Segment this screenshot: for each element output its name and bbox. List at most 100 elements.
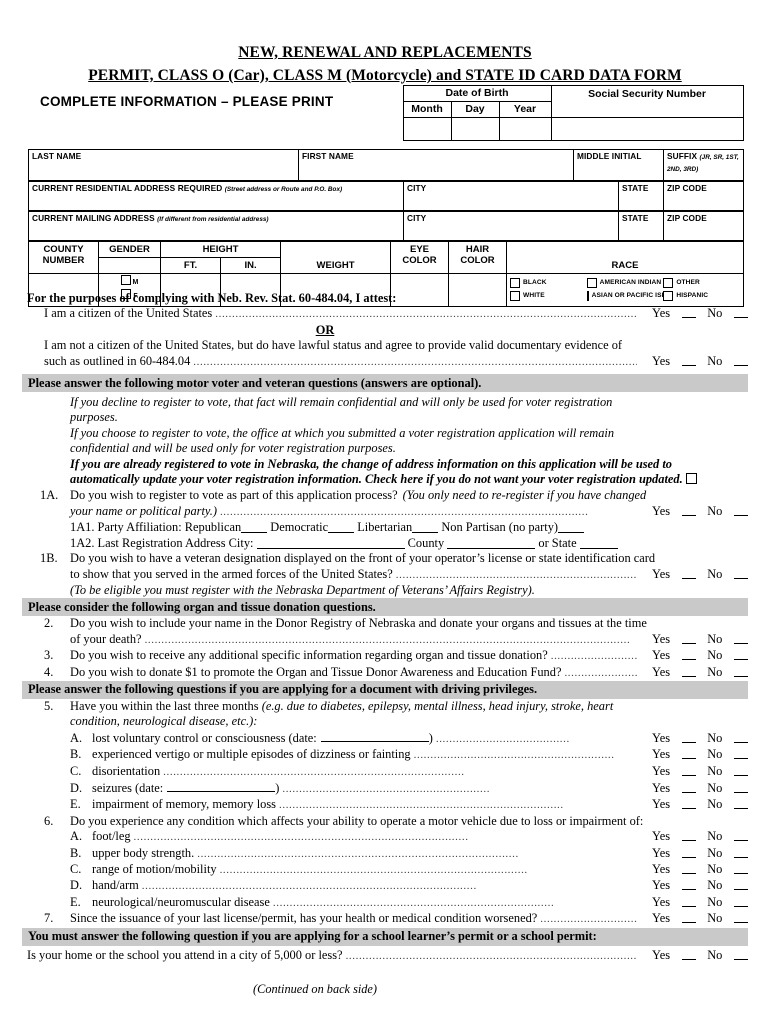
question-6-items: A. foot/leg..............................… (22, 829, 748, 911)
gender-male-label: M (132, 279, 139, 286)
question-5-item-yes[interactable]: Yes (652, 731, 670, 746)
question-3-no[interactable]: No (707, 648, 722, 663)
school-question-yes[interactable]: Yes (652, 948, 670, 963)
ssn-input[interactable] (550, 117, 744, 141)
question-2-no[interactable]: No (707, 632, 722, 647)
residential-address-field[interactable]: CURRENT RESIDENTIAL ADDRESS REQUIRED (St… (28, 181, 404, 211)
question-5-item-yes[interactable]: Yes (652, 781, 670, 796)
question-4-yes[interactable]: Yes (652, 665, 670, 680)
leader-dots: ........................................… (215, 308, 637, 321)
question-3: 3. Do you wish to receive any additional… (22, 648, 748, 664)
question-5-item-date-blank[interactable] (320, 730, 429, 742)
citizenship-1-no[interactable]: No (707, 306, 722, 321)
question-1a-italic-1: (You only need to re-register if you hav… (402, 488, 647, 503)
question-5-item-yes[interactable]: Yes (652, 764, 670, 779)
last-registration-county-blank[interactable] (447, 537, 536, 549)
question-6-item-letter: A. (70, 829, 83, 844)
question-2-yes[interactable]: Yes (652, 632, 670, 647)
mailing-city-field[interactable]: CITY (403, 211, 619, 241)
party-democratic-label: Democratic (270, 520, 329, 535)
question-1a1: 1A1. Party Affiliation: Republican Democ… (22, 520, 748, 535)
dob-day-header: Day (450, 101, 500, 118)
question-5-item-no[interactable]: No (707, 764, 722, 779)
race-option[interactable]: BLACK (510, 276, 587, 289)
question-6-item-no[interactable]: No (707, 862, 722, 877)
party-democratic-blank[interactable] (328, 521, 355, 534)
question-1a-italic-2: your name or political party.) (70, 503, 217, 518)
residential-city-field[interactable]: CITY (403, 181, 619, 211)
question-5-item-yes[interactable]: Yes (652, 797, 670, 812)
question-6-item-no[interactable]: No (707, 829, 722, 844)
party-nonpartisan-blank[interactable] (558, 521, 585, 534)
question-5-item-letter: C. (70, 763, 82, 778)
citizenship-option-1-text: I am a citizen of the United States (44, 306, 213, 321)
question-6-item: A. foot/leg..............................… (22, 829, 748, 845)
question-1a-yes[interactable]: Yes (652, 504, 670, 519)
question-7-no[interactable]: No (707, 911, 722, 926)
question-5-item-no[interactable]: No (707, 797, 722, 812)
question-3-yes[interactable]: Yes (652, 648, 670, 663)
last-registration-state-blank[interactable] (579, 537, 618, 549)
citizenship-1-yes[interactable]: Yes (652, 306, 670, 321)
last-registration-city-blank[interactable] (256, 537, 405, 549)
mailing-address-field[interactable]: CURRENT MAILING ADDRESS (If different fr… (28, 211, 404, 241)
race-option-label: OTHER (676, 279, 700, 286)
mailing-zip-field[interactable]: ZIP CODE (663, 211, 744, 241)
suffix-field[interactable]: SUFFIX (JR, SR, 1ST, 2ND, 3RD) (663, 149, 744, 181)
citizenship-2-yes[interactable]: Yes (652, 354, 670, 369)
voter-registration-optout-checkbox[interactable] (685, 473, 697, 485)
race-option-label: BLACK (523, 279, 547, 286)
question-5-item-yes[interactable]: Yes (652, 747, 670, 762)
race-option[interactable]: OTHER (663, 276, 740, 289)
race-option[interactable]: AMERICAN INDIAN (586, 276, 664, 289)
party-libertarian-label: Libertarian (357, 520, 413, 535)
question-1a1-number: 1A1. (70, 520, 95, 535)
leader-dots: ........................................… (141, 880, 477, 893)
question-1b-yes[interactable]: Yes (652, 567, 670, 582)
question-1a-no[interactable]: No (707, 504, 722, 519)
citizenship-intro: For the purposes of complying with Neb. … (27, 291, 397, 305)
question-5-item-no[interactable]: No (707, 747, 722, 762)
party-republican-blank[interactable] (241, 521, 268, 534)
dob-day-input[interactable] (450, 117, 500, 141)
residential-state-field[interactable]: STATE (618, 181, 664, 211)
mailing-city-label: CITY (407, 213, 427, 223)
question-1b-no[interactable]: No (707, 567, 722, 582)
weight-header: WEIGHT (280, 241, 392, 274)
question-6-item-yes[interactable]: Yes (652, 846, 670, 861)
question-6-item-yes[interactable]: Yes (652, 862, 670, 877)
question-4-no[interactable]: No (707, 665, 722, 680)
question-6-item-yes[interactable]: Yes (652, 878, 670, 893)
school-question-no[interactable]: No (707, 948, 722, 963)
question-6-item-no[interactable]: No (707, 895, 722, 910)
race-checkbox[interactable] (586, 277, 597, 288)
question-5-item-letter: A. (70, 730, 83, 745)
citizenship-2-no[interactable]: No (707, 354, 722, 369)
leader-dots: ............................. (564, 666, 637, 679)
mailing-state-field[interactable]: STATE (618, 211, 664, 241)
race-header: RACE (506, 241, 745, 274)
last-name-field[interactable]: LAST NAME (28, 149, 299, 181)
residential-zip-field[interactable]: ZIP CODE (663, 181, 744, 211)
leader-dots: ........................................… (197, 847, 519, 860)
dob-year-header: Year (498, 101, 552, 118)
leader-dots: ........................................… (219, 505, 589, 518)
middle-initial-field[interactable]: MIDDLE INITIAL (573, 149, 664, 181)
school-question: Is your home or the school you attend in… (22, 948, 748, 964)
question-5-item-no[interactable]: No (707, 781, 722, 796)
question-7-yes[interactable]: Yes (652, 911, 670, 926)
question-5-item-date-blank[interactable] (167, 780, 276, 792)
race-checkbox[interactable] (510, 277, 521, 288)
question-6-item-yes[interactable]: Yes (652, 829, 670, 844)
question-6-item-letter: C. (70, 862, 82, 876)
question-5-item-no[interactable]: No (707, 731, 722, 746)
party-libertarian-blank[interactable] (412, 521, 439, 534)
question-6-item-yes[interactable]: Yes (652, 895, 670, 910)
question-6-item-no[interactable]: No (707, 878, 722, 893)
dob-year-input[interactable] (498, 117, 552, 141)
first-name-field[interactable]: FIRST NAME (298, 149, 574, 181)
race-checkbox[interactable] (663, 277, 674, 288)
gender-male-checkbox[interactable] (120, 275, 131, 285)
dob-month-input[interactable] (402, 117, 452, 141)
question-6-item-no[interactable]: No (707, 846, 722, 861)
